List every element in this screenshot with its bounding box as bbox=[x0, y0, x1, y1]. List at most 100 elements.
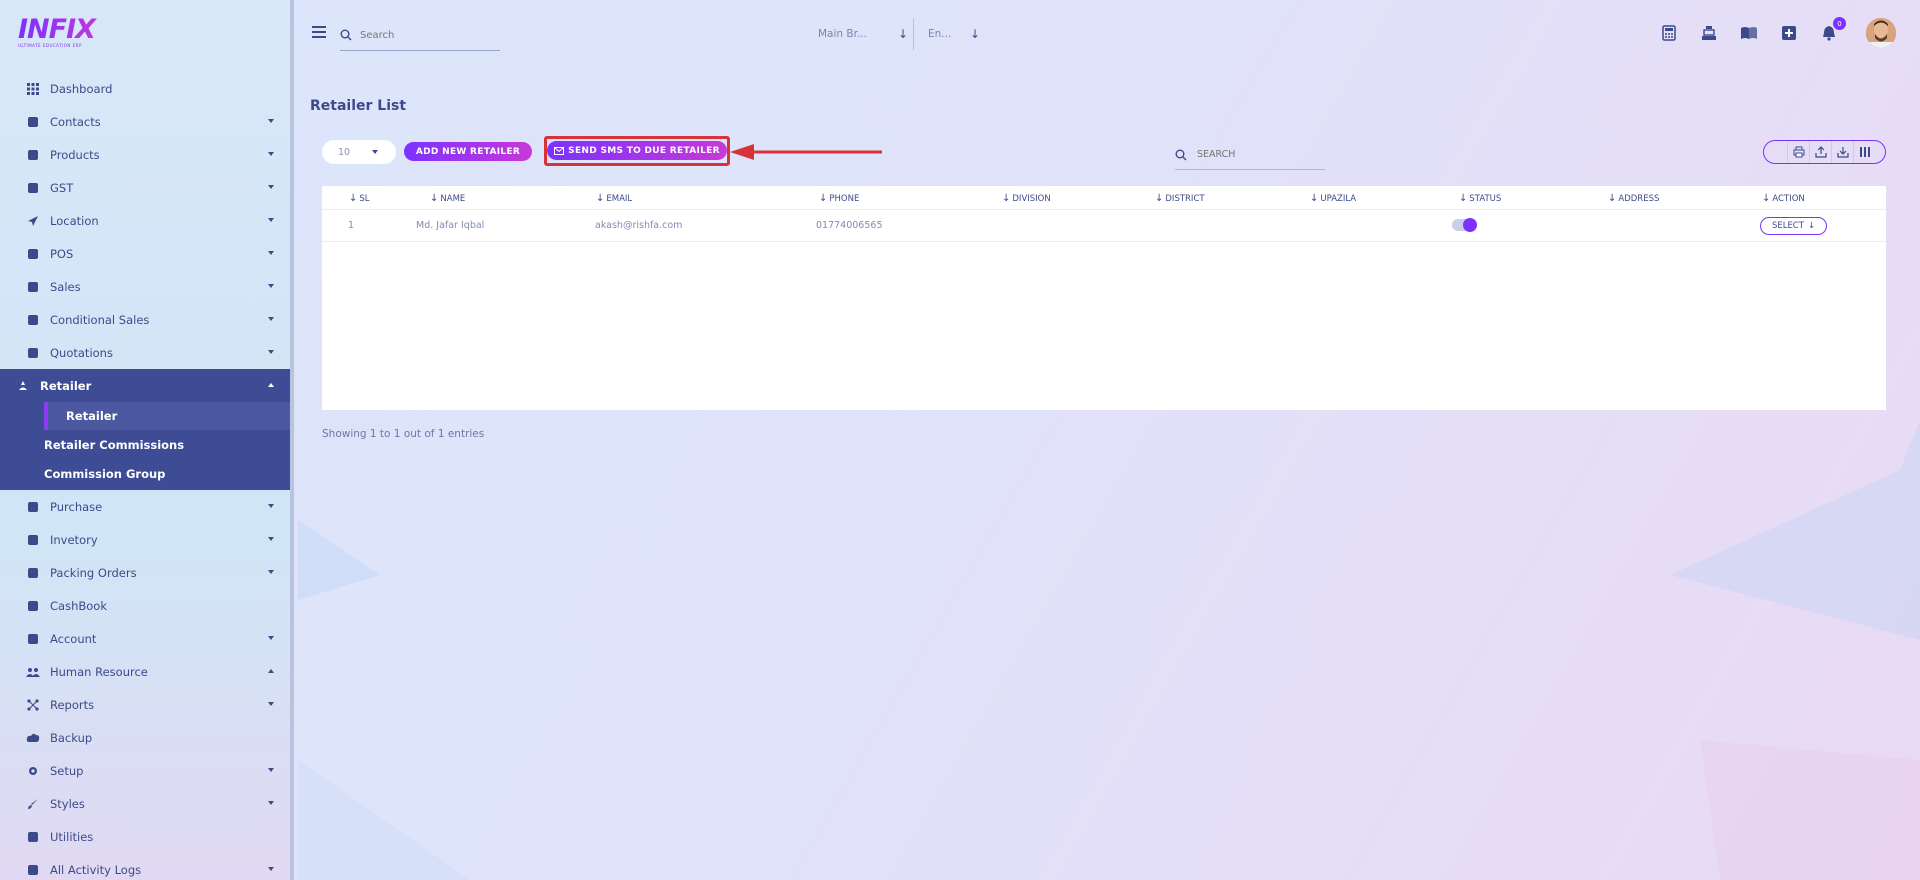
column-header-status[interactable]: ↓ STATUS bbox=[1459, 193, 1501, 204]
chevron-down-icon bbox=[372, 150, 378, 154]
purchase-icon bbox=[26, 500, 40, 514]
sidebar-item-pos[interactable]: POS bbox=[0, 237, 290, 270]
top-search bbox=[340, 20, 500, 51]
sidebar-item-utilities[interactable]: Utilities bbox=[0, 820, 290, 853]
column-header-address[interactable]: ↓ ADDRESS bbox=[1608, 193, 1659, 204]
sort-arrow-icon: ↓ bbox=[1459, 193, 1468, 204]
arrow-down-icon: ↓ bbox=[897, 27, 908, 41]
sidebar-item-sales[interactable]: Sales bbox=[0, 270, 290, 303]
print-icon[interactable] bbox=[1787, 141, 1809, 163]
top-icons: 0 bbox=[1640, 17, 1896, 48]
cash-register-icon[interactable] bbox=[1698, 22, 1720, 44]
column-header-district[interactable]: ↓ DISTRICT bbox=[1155, 193, 1205, 204]
gavel-icon bbox=[26, 313, 40, 327]
sidebar-item-label: Invetory bbox=[50, 532, 98, 547]
search-input[interactable] bbox=[360, 29, 480, 41]
chevron-down-icon bbox=[268, 768, 274, 772]
backup-icon bbox=[26, 731, 40, 745]
column-header-division[interactable]: ↓ DIVISION bbox=[1002, 193, 1051, 204]
sort-arrow-icon: ↓ bbox=[1608, 193, 1617, 204]
retailer-group: Retailer Retailer Retailer Commissions C… bbox=[0, 369, 290, 490]
language-select[interactable]: En... ↓ bbox=[928, 22, 980, 46]
column-header-upazila[interactable]: ↓ UPAZILA bbox=[1310, 193, 1356, 204]
bell-icon[interactable]: 0 bbox=[1818, 17, 1846, 44]
pos-icon bbox=[26, 247, 40, 261]
language-value: En... bbox=[928, 28, 952, 40]
sidebar-item-retailer[interactable]: Retailer bbox=[0, 369, 290, 402]
columns-icon[interactable] bbox=[1853, 141, 1875, 163]
menu-toggle-icon[interactable] bbox=[312, 26, 326, 38]
location-icon bbox=[26, 214, 40, 228]
column-header-label: PHONE bbox=[829, 193, 860, 204]
column-header-action[interactable]: ↓ ACTION bbox=[1762, 193, 1805, 204]
sidebar: INFIX ULTIMATE EDUCATION ERP Dashboard Co… bbox=[0, 0, 294, 880]
column-header-name[interactable]: ↓ NAME bbox=[430, 193, 465, 204]
column-header-email[interactable]: ↓ EMAIL bbox=[596, 193, 632, 204]
sidebar-item-contacts[interactable]: Contacts bbox=[0, 105, 290, 138]
notification-badge: 0 bbox=[1833, 17, 1846, 30]
plus-square-icon[interactable] bbox=[1778, 22, 1800, 44]
avatar[interactable] bbox=[1866, 18, 1896, 48]
sidebar-item-label: Styles bbox=[50, 796, 85, 811]
chevron-down-icon bbox=[268, 119, 274, 123]
export-icon[interactable] bbox=[1809, 141, 1831, 163]
sidebar-item-location[interactable]: Location bbox=[0, 204, 290, 237]
annotation-arrow bbox=[730, 144, 882, 160]
sidebar-item-reports[interactable]: Reports bbox=[0, 688, 290, 721]
envelope-icon bbox=[554, 146, 565, 155]
sidebar-item-dashboard[interactable]: Dashboard bbox=[0, 72, 290, 105]
cashbook-icon bbox=[26, 599, 40, 613]
chevron-down-icon bbox=[268, 350, 274, 354]
sidebar-item-all-activity-logs[interactable]: All Activity Logs bbox=[0, 853, 290, 880]
table-search-input[interactable] bbox=[1197, 149, 1307, 160]
add-retailer-button[interactable]: ADD NEW RETAILER bbox=[404, 142, 532, 161]
calculator-icon[interactable] bbox=[1658, 22, 1680, 44]
inventory-icon bbox=[26, 533, 40, 547]
sidebar-item-backup[interactable]: Backup bbox=[0, 721, 290, 754]
sidebar-item-label: Location bbox=[50, 213, 99, 228]
sidebar-item-quotations[interactable]: Quotations bbox=[0, 336, 290, 369]
sidebar-item-human-resource[interactable]: Human Resource bbox=[0, 655, 290, 688]
chevron-up-icon bbox=[268, 669, 274, 673]
status-toggle[interactable] bbox=[1452, 218, 1477, 232]
sidebar-item-label: Products bbox=[50, 147, 100, 162]
sidebar-item-packing-orders[interactable]: Packing Orders bbox=[0, 556, 290, 589]
sidebar-item-gst[interactable]: GST bbox=[0, 171, 290, 204]
logo-text: INFIX bbox=[18, 14, 108, 45]
sidebar-item-cashbook[interactable]: CashBook bbox=[0, 589, 290, 622]
book-icon[interactable] bbox=[1738, 22, 1760, 44]
chevron-down-icon bbox=[268, 537, 274, 541]
table-row[interactable]: 1 Md. Jafar Iqbal akash@rishfa.com 01774006… bbox=[322, 210, 1886, 242]
divider bbox=[913, 18, 914, 50]
account-icon bbox=[26, 632, 40, 646]
sidebar-item-purchase[interactable]: Purchase bbox=[0, 490, 290, 523]
download-icon[interactable] bbox=[1831, 141, 1853, 163]
chevron-down-icon bbox=[268, 218, 274, 222]
arrow-down-icon: ↓ bbox=[969, 27, 980, 41]
sidebar-item-products[interactable]: Products bbox=[0, 138, 290, 171]
sidebar-item-conditional-sales[interactable]: Conditional Sales bbox=[0, 303, 290, 336]
search-icon bbox=[340, 29, 352, 41]
table-tools bbox=[1763, 140, 1886, 164]
per-page-select[interactable]: 10 bbox=[322, 140, 396, 164]
column-header-phone[interactable]: ↓ PHONE bbox=[819, 193, 859, 204]
sidebar-subitem-retailer[interactable]: Retailer bbox=[44, 402, 290, 430]
chevron-down-icon bbox=[268, 867, 274, 871]
column-header-label: UPAZILA bbox=[1320, 193, 1357, 204]
chevron-up-icon bbox=[268, 383, 274, 387]
branch-select[interactable]: Main Br... ↓ bbox=[818, 22, 908, 46]
column-header-sl[interactable]: ↓ SL bbox=[349, 193, 370, 204]
sort-arrow-icon: ↓ bbox=[1155, 193, 1164, 204]
sidebar-item-invetory[interactable]: Invetory bbox=[0, 523, 290, 556]
sidebar-item-setup[interactable]: Setup bbox=[0, 754, 290, 787]
sidebar-subitem-commission-group[interactable]: Commission Group bbox=[0, 460, 290, 490]
send-sms-button[interactable]: SEND SMS TO DUE RETAILER bbox=[547, 141, 727, 160]
reports-icon bbox=[26, 698, 40, 712]
app-logo[interactable]: INFIX ULTIMATE EDUCATION ERP bbox=[18, 14, 108, 54]
chevron-down-icon bbox=[268, 702, 274, 706]
sidebar-subitem-retailer-commissions[interactable]: Retailer Commissions bbox=[0, 430, 290, 460]
row-action-select-button[interactable]: SELECT ↓ bbox=[1760, 217, 1827, 235]
sidebar-item-account[interactable]: Account bbox=[0, 622, 290, 655]
sidebar-item-label: CashBook bbox=[50, 598, 107, 613]
sidebar-item-styles[interactable]: Styles bbox=[0, 787, 290, 820]
